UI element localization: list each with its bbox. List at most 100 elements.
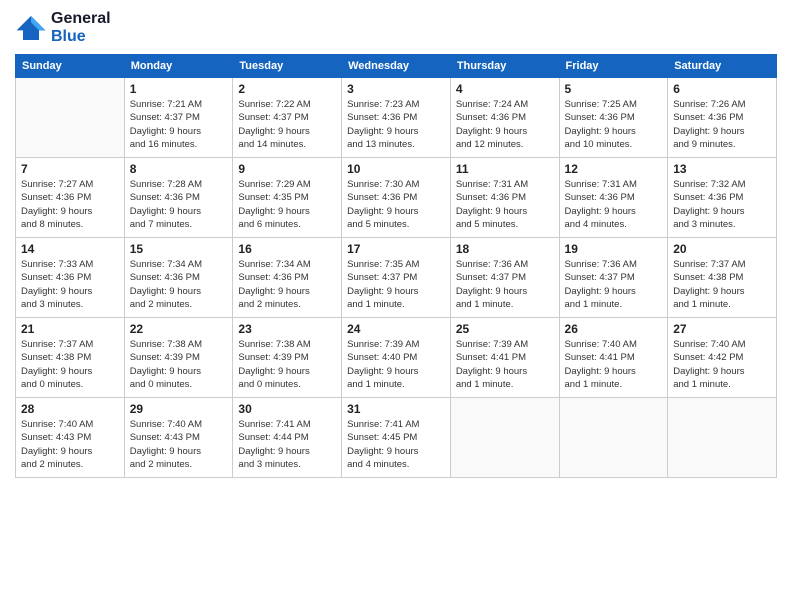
calendar-cell: 24Sunrise: 7:39 AM Sunset: 4:40 PM Dayli… (342, 318, 451, 398)
day-number: 10 (347, 162, 445, 176)
day-number: 31 (347, 402, 445, 416)
calendar-cell: 23 Sunrise: 7:38 AM Sunset: 4:39 PM Dayli… (233, 318, 342, 398)
calendar-header-tuesday: Tuesday (233, 55, 342, 78)
day-info: Sunrise: 7:23 AM Sunset: 4:36 PM Dayligh… (347, 98, 445, 151)
day-info: Sunrise: 7:26 AM Sunset: 4:36 PM Dayligh… (673, 98, 771, 151)
day-info: Sunrise: 7:36 AM Sunset: 4:37 PM Dayligh… (565, 258, 663, 311)
day-number: 15 (130, 242, 228, 256)
day-number: 19 (565, 242, 663, 256)
day-number: 25 (456, 322, 554, 336)
day-number: 12 (565, 162, 663, 176)
day-number: 2 (238, 82, 336, 96)
calendar-week-row: 14Sunrise: 7:33 AM Sunset: 4:36 PM Dayli… (16, 238, 777, 318)
day-number: 28 (21, 402, 119, 416)
calendar-cell (668, 398, 777, 478)
day-number: 30 (238, 402, 336, 416)
logo-text: General Blue (51, 10, 111, 46)
header: General Blue (15, 10, 777, 46)
day-info: Sunrise: 7:30 AM Sunset: 4:36 PM Dayligh… (347, 178, 445, 231)
calendar-cell: 7Sunrise: 7:27 AM Sunset: 4:36 PM Daylig… (16, 158, 125, 238)
calendar-cell: 19 Sunrise: 7:36 AM Sunset: 4:37 PM Dayli… (559, 238, 668, 318)
calendar-cell: 30 Sunrise: 7:41 AM Sunset: 4:44 PM Dayli… (233, 398, 342, 478)
calendar-header-friday: Friday (559, 55, 668, 78)
day-info: Sunrise: 7:24 AM Sunset: 4:36 PM Dayligh… (456, 98, 554, 151)
calendar-cell: 10 Sunrise: 7:30 AM Sunset: 4:36 PM Dayli… (342, 158, 451, 238)
day-number: 26 (565, 322, 663, 336)
calendar-cell: 12Sunrise: 7:31 AM Sunset: 4:36 PM Dayli… (559, 158, 668, 238)
day-info: Sunrise: 7:33 AM Sunset: 4:36 PM Dayligh… (21, 258, 119, 311)
calendar-cell: 16 Sunrise: 7:34 AM Sunset: 4:36 PM Dayli… (233, 238, 342, 318)
calendar-cell: 25 Sunrise: 7:39 AM Sunset: 4:41 PM Dayli… (450, 318, 559, 398)
day-number: 27 (673, 322, 771, 336)
calendar-cell: 5Sunrise: 7:25 AM Sunset: 4:36 PM Daylig… (559, 78, 668, 158)
calendar-cell (559, 398, 668, 478)
day-info: Sunrise: 7:40 AM Sunset: 4:43 PM Dayligh… (21, 418, 119, 471)
day-info: Sunrise: 7:39 AM Sunset: 4:40 PM Dayligh… (347, 338, 445, 391)
calendar-cell: 20Sunrise: 7:37 AM Sunset: 4:38 PM Dayli… (668, 238, 777, 318)
calendar-header-wednesday: Wednesday (342, 55, 451, 78)
calendar-header-thursday: Thursday (450, 55, 559, 78)
calendar-cell: 2 Sunrise: 7:22 AM Sunset: 4:37 PM Daylig… (233, 78, 342, 158)
calendar-cell: 18Sunrise: 7:36 AM Sunset: 4:37 PM Dayli… (450, 238, 559, 318)
calendar-header-sunday: Sunday (16, 55, 125, 78)
day-number: 1 (130, 82, 228, 96)
calendar-cell: 1 Sunrise: 7:21 AM Sunset: 4:37 PM Daylig… (124, 78, 233, 158)
calendar-cell: 13 Sunrise: 7:32 AM Sunset: 4:36 PM Dayli… (668, 158, 777, 238)
day-info: Sunrise: 7:37 AM Sunset: 4:38 PM Dayligh… (21, 338, 119, 391)
calendar-cell: 21Sunrise: 7:37 AM Sunset: 4:38 PM Dayli… (16, 318, 125, 398)
calendar-table: SundayMondayTuesdayWednesdayThursdayFrid… (15, 54, 777, 478)
day-info: Sunrise: 7:41 AM Sunset: 4:45 PM Dayligh… (347, 418, 445, 471)
day-number: 22 (130, 322, 228, 336)
day-info: Sunrise: 7:32 AM Sunset: 4:36 PM Dayligh… (673, 178, 771, 231)
day-info: Sunrise: 7:38 AM Sunset: 4:39 PM Dayligh… (130, 338, 228, 391)
page: General Blue SundayMondayTuesdayWednesda… (0, 0, 792, 612)
day-info: Sunrise: 7:22 AM Sunset: 4:37 PM Dayligh… (238, 98, 336, 151)
calendar-cell: 6 Sunrise: 7:26 AM Sunset: 4:36 PM Daylig… (668, 78, 777, 158)
day-number: 4 (456, 82, 554, 96)
calendar-week-row: 1 Sunrise: 7:21 AM Sunset: 4:37 PM Daylig… (16, 78, 777, 158)
calendar-cell: 14Sunrise: 7:33 AM Sunset: 4:36 PM Dayli… (16, 238, 125, 318)
day-number: 3 (347, 82, 445, 96)
calendar-cell: 4 Sunrise: 7:24 AM Sunset: 4:36 PM Daylig… (450, 78, 559, 158)
calendar-cell: 8 Sunrise: 7:28 AM Sunset: 4:36 PM Daylig… (124, 158, 233, 238)
day-number: 9 (238, 162, 336, 176)
day-info: Sunrise: 7:29 AM Sunset: 4:35 PM Dayligh… (238, 178, 336, 231)
day-number: 23 (238, 322, 336, 336)
calendar-cell (16, 78, 125, 158)
calendar-header-monday: Monday (124, 55, 233, 78)
calendar-header-row: SundayMondayTuesdayWednesdayThursdayFrid… (16, 55, 777, 78)
calendar-cell: 27Sunrise: 7:40 AM Sunset: 4:42 PM Dayli… (668, 318, 777, 398)
calendar-cell (450, 398, 559, 478)
calendar-cell: 28 Sunrise: 7:40 AM Sunset: 4:43 PM Dayli… (16, 398, 125, 478)
logo: General Blue (15, 10, 111, 46)
day-number: 6 (673, 82, 771, 96)
day-number: 16 (238, 242, 336, 256)
calendar-cell: 9 Sunrise: 7:29 AM Sunset: 4:35 PM Daylig… (233, 158, 342, 238)
day-info: Sunrise: 7:21 AM Sunset: 4:37 PM Dayligh… (130, 98, 228, 151)
day-info: Sunrise: 7:31 AM Sunset: 4:36 PM Dayligh… (456, 178, 554, 231)
calendar-cell: 29Sunrise: 7:40 AM Sunset: 4:43 PM Dayli… (124, 398, 233, 478)
day-info: Sunrise: 7:28 AM Sunset: 4:36 PM Dayligh… (130, 178, 228, 231)
calendar-cell: 26 Sunrise: 7:40 AM Sunset: 4:41 PM Dayli… (559, 318, 668, 398)
day-number: 13 (673, 162, 771, 176)
day-number: 8 (130, 162, 228, 176)
calendar-cell: 3 Sunrise: 7:23 AM Sunset: 4:36 PM Daylig… (342, 78, 451, 158)
day-number: 17 (347, 242, 445, 256)
calendar-cell: 17Sunrise: 7:35 AM Sunset: 4:37 PM Dayli… (342, 238, 451, 318)
day-info: Sunrise: 7:34 AM Sunset: 4:36 PM Dayligh… (130, 258, 228, 311)
calendar-cell: 31 Sunrise: 7:41 AM Sunset: 4:45 PM Dayli… (342, 398, 451, 478)
day-info: Sunrise: 7:40 AM Sunset: 4:43 PM Dayligh… (130, 418, 228, 471)
day-number: 5 (565, 82, 663, 96)
day-info: Sunrise: 7:41 AM Sunset: 4:44 PM Dayligh… (238, 418, 336, 471)
day-info: Sunrise: 7:39 AM Sunset: 4:41 PM Dayligh… (456, 338, 554, 391)
day-info: Sunrise: 7:37 AM Sunset: 4:38 PM Dayligh… (673, 258, 771, 311)
day-info: Sunrise: 7:34 AM Sunset: 4:36 PM Dayligh… (238, 258, 336, 311)
day-info: Sunrise: 7:36 AM Sunset: 4:37 PM Dayligh… (456, 258, 554, 311)
logo-icon (15, 14, 47, 42)
day-info: Sunrise: 7:38 AM Sunset: 4:39 PM Dayligh… (238, 338, 336, 391)
day-info: Sunrise: 7:40 AM Sunset: 4:41 PM Dayligh… (565, 338, 663, 391)
calendar-cell: 22 Sunrise: 7:38 AM Sunset: 4:39 PM Dayli… (124, 318, 233, 398)
calendar-cell: 15 Sunrise: 7:34 AM Sunset: 4:36 PM Dayli… (124, 238, 233, 318)
day-number: 11 (456, 162, 554, 176)
day-info: Sunrise: 7:27 AM Sunset: 4:36 PM Dayligh… (21, 178, 119, 231)
